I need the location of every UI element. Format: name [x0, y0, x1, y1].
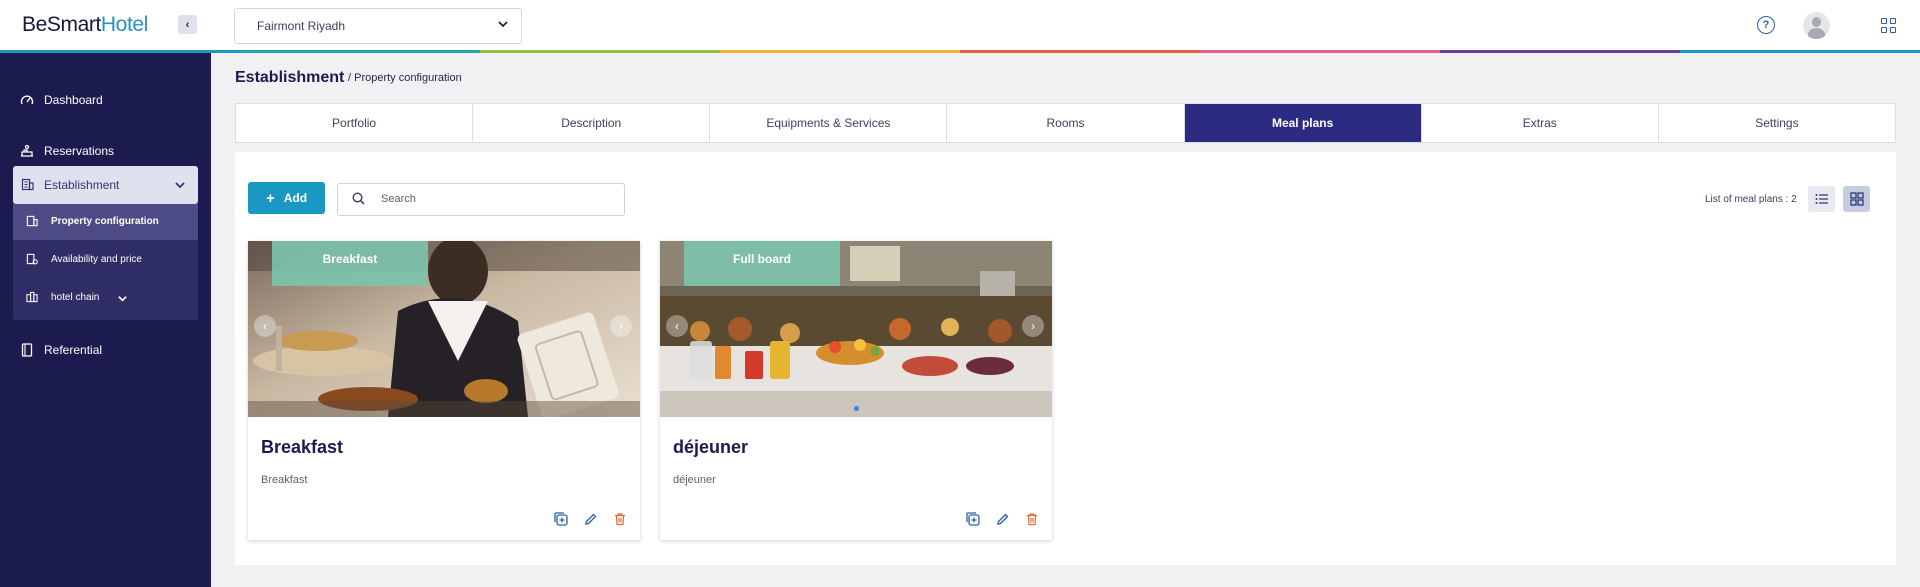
list-view-button[interactable] [1808, 186, 1835, 212]
add-button-label: Add [283, 191, 308, 205]
sidebar-collapse-button[interactable]: ‹ [178, 15, 197, 34]
meal-plan-tag: Full board [684, 241, 840, 286]
header-color-strip [0, 50, 1920, 53]
meal-plans-panel: + Add List of meal plans : 2 [235, 152, 1896, 565]
bed-icon [20, 144, 34, 158]
chevron-right-icon[interactable]: › [1022, 315, 1044, 337]
list-icon [1815, 194, 1828, 204]
sidebar-item-dashboard[interactable]: Dashboard [0, 82, 211, 118]
chevron-left-icon[interactable]: ‹ [666, 315, 688, 337]
avatar[interactable] [1803, 12, 1830, 39]
delete-icon[interactable] [612, 511, 628, 527]
sidebar: Dashboard Reservations Establishment Pro… [0, 53, 211, 587]
meal-plan-card[interactable]: Breakfast ‹ › Breakfast Breakfast [248, 241, 640, 540]
sidebar-item-label: Dashboard [44, 93, 103, 107]
hotel-selector-value: Fairmont Riyadh [257, 19, 346, 33]
grid-view-button[interactable] [1843, 186, 1870, 212]
tab-description[interactable]: Description [473, 104, 711, 142]
edit-icon[interactable] [995, 511, 1011, 527]
carousel-indicator[interactable] [854, 406, 859, 411]
sidebar-item-label: Establishment [44, 178, 120, 192]
sidebar-subitem-hotel-chain[interactable]: hotel chain [13, 280, 198, 316]
sidebar-item-label: Referential [44, 343, 103, 357]
grid-icon [1849, 192, 1864, 206]
plus-icon: + [265, 189, 275, 207]
logo-area: BeSmartHotel ‹ [0, 0, 211, 51]
building-icon [21, 178, 34, 194]
building-icon [26, 215, 38, 230]
tab-meal-plans[interactable]: Meal plans [1184, 104, 1422, 142]
sidebar-group-establishment: Establishment Property configuration Ava… [13, 166, 198, 320]
edit-icon[interactable] [583, 511, 599, 527]
apps-grid-icon[interactable] [1881, 18, 1897, 34]
meal-plan-description: Breakfast [261, 474, 308, 486]
meal-plan-image: Full board ‹ › [660, 241, 1052, 417]
sidebar-subitem-label: Property configuration [51, 216, 159, 227]
sidebar-item-label: Reservations [44, 144, 115, 158]
sidebar-item-establishment[interactable]: Establishment [13, 166, 198, 204]
speedometer-icon [20, 93, 34, 107]
logo-main: BeSmart [22, 13, 101, 36]
sidebar-item-reservations[interactable]: Reservations [0, 133, 211, 169]
breadcrumb[interactable]: / Property configuration [348, 72, 462, 84]
chevron-left-icon[interactable]: ‹ [254, 315, 276, 337]
logo-accent: Hotel [100, 13, 148, 36]
page-title: Establishment [235, 69, 345, 86]
sidebar-subitem-availability-price[interactable]: Availability and price [13, 242, 198, 278]
hotel-selector[interactable]: Fairmont Riyadh [234, 8, 522, 44]
chevron-down-icon [175, 182, 185, 189]
meal-plan-card[interactable]: Full board ‹ › déjeuner déjeuner [660, 241, 1052, 540]
chevron-left-icon: ‹ [185, 18, 190, 31]
tab-settings[interactable]: Settings [1659, 104, 1895, 142]
duplicate-icon[interactable] [965, 511, 981, 527]
tab-rooms[interactable]: Rooms [947, 104, 1185, 142]
help-icon[interactable]: ? [1757, 16, 1775, 34]
delete-icon[interactable] [1024, 511, 1040, 527]
search-icon [352, 192, 365, 205]
meal-plan-description: déjeuner [673, 474, 716, 486]
search-box [337, 183, 625, 216]
app-logo[interactable]: BeSmartHotel [22, 13, 148, 37]
sidebar-subitem-property-configuration[interactable]: Property configuration [13, 204, 198, 240]
tab-portfolio[interactable]: Portfolio [236, 104, 474, 142]
tab-equipments-services[interactable]: Equipments & Services [710, 104, 948, 142]
sidebar-subitem-label: hotel chain [51, 292, 100, 303]
meal-plan-image: Breakfast ‹ › [248, 241, 640, 417]
meal-plan-tag: Breakfast [272, 241, 428, 286]
hotel-chain-icon [26, 291, 38, 306]
top-header: BeSmartHotel ‹ Fairmont Riyadh ? [0, 0, 1920, 51]
tab-extras[interactable]: Extras [1422, 104, 1659, 142]
add-button[interactable]: + Add [248, 182, 325, 214]
chevron-right-icon[interactable]: › [610, 315, 632, 337]
price-building-icon [26, 253, 38, 268]
duplicate-icon[interactable] [553, 511, 569, 527]
sidebar-item-referential[interactable]: Referential [0, 332, 211, 368]
book-icon [20, 343, 34, 357]
chevron-down-icon [498, 21, 508, 28]
tab-bar: Portfolio Description Equipments & Servi… [235, 103, 1896, 143]
list-count: List of meal plans : 2 [1705, 194, 1797, 205]
meal-plan-title: Breakfast [261, 437, 344, 457]
chevron-down-icon [118, 296, 127, 302]
sidebar-subitem-label: Availability and price [51, 254, 142, 265]
search-input[interactable] [381, 189, 611, 209]
meal-plan-title: déjeuner [673, 437, 749, 457]
